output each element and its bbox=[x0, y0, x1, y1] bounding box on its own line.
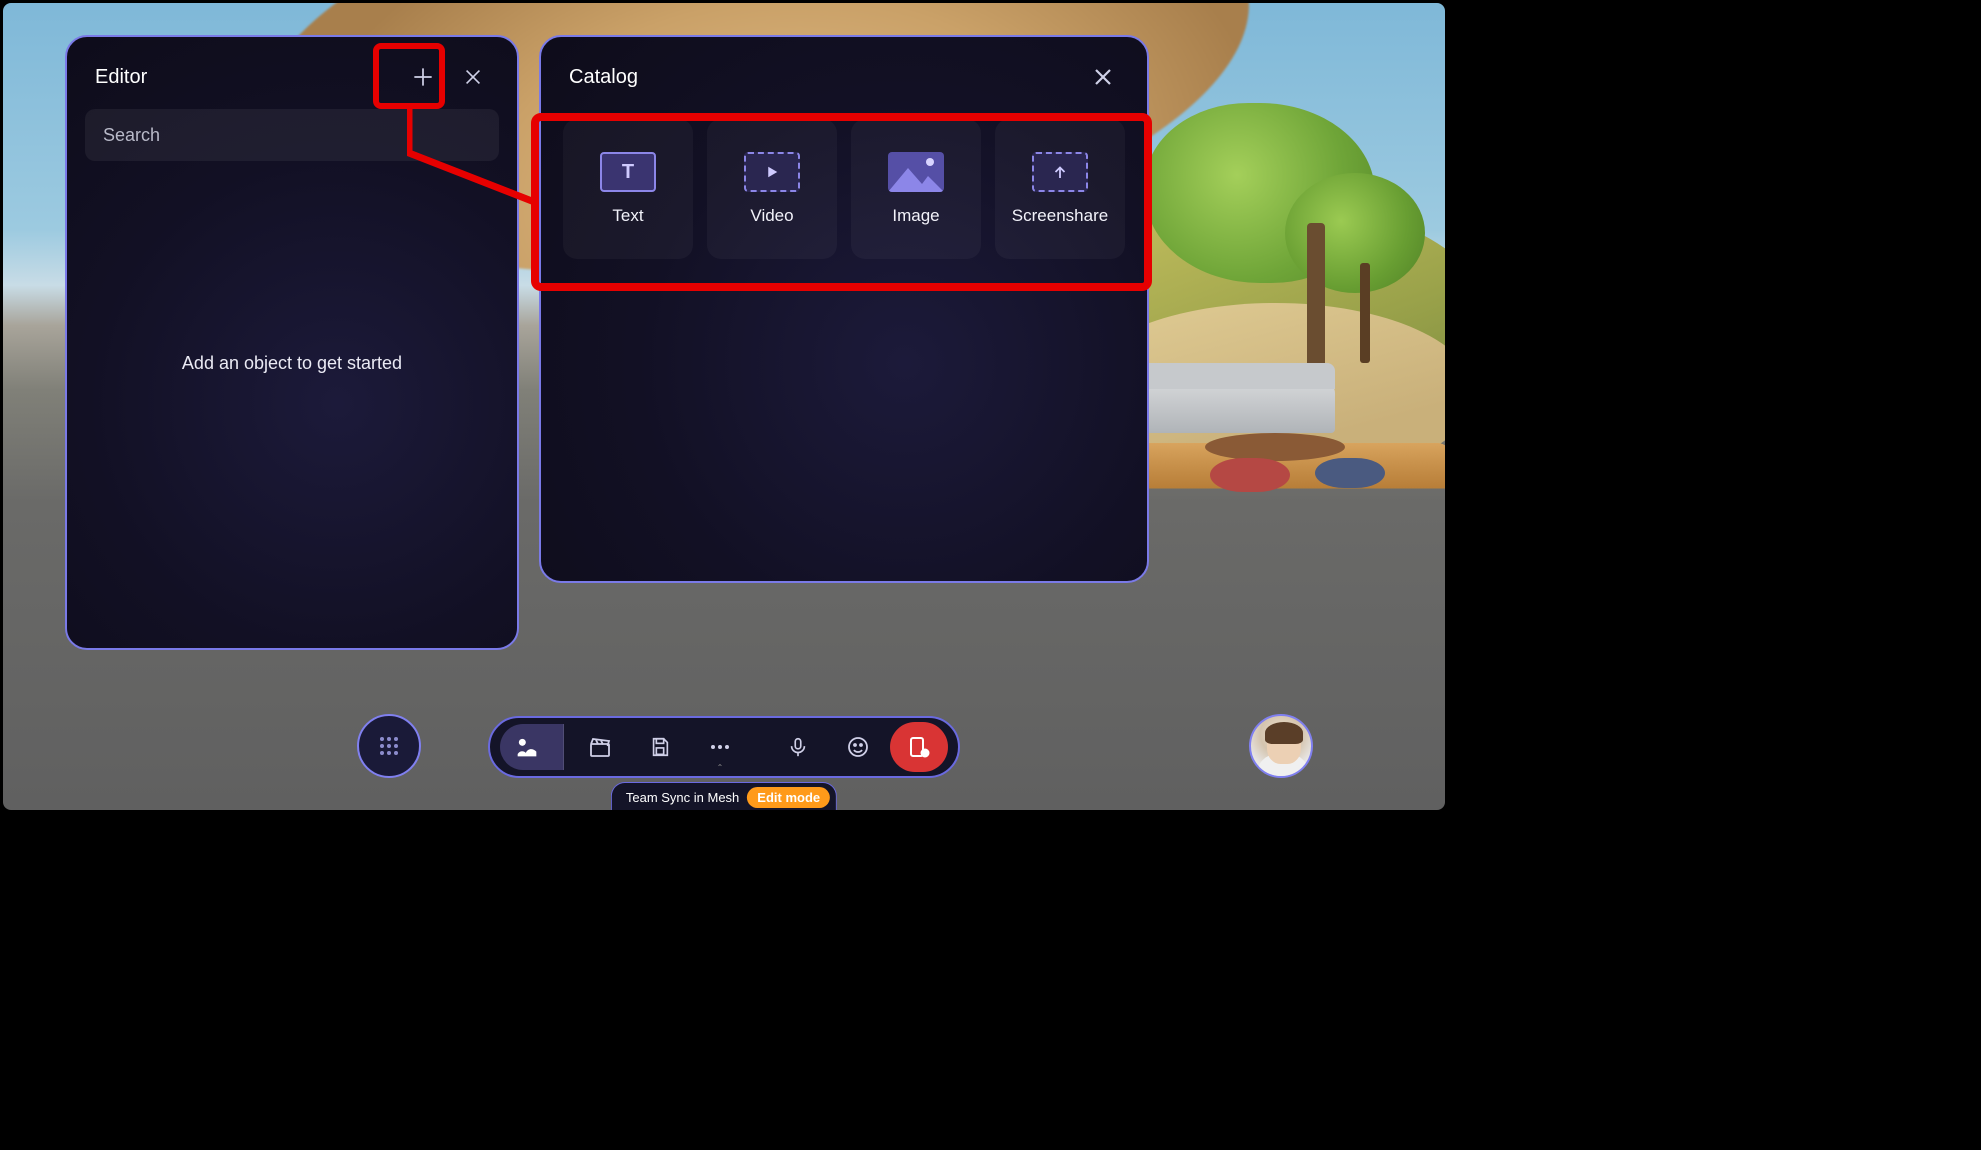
catalog-item-image[interactable]: Image bbox=[851, 119, 981, 259]
plus-icon bbox=[410, 64, 436, 90]
catalog-item-text[interactable]: T Text bbox=[563, 119, 693, 259]
screenshare-icon bbox=[1032, 152, 1088, 192]
close-catalog-button[interactable] bbox=[1081, 55, 1125, 99]
reactions-button[interactable] bbox=[830, 724, 886, 770]
smile-icon bbox=[846, 735, 870, 759]
tree-trunk bbox=[1307, 223, 1325, 383]
status-bar: Team Sync in Mesh Edit mode bbox=[611, 782, 837, 810]
coffee-table bbox=[1205, 433, 1345, 461]
catalog-item-label: Image bbox=[892, 206, 939, 226]
editor-title: Editor bbox=[95, 66, 147, 89]
leave-button[interactable] bbox=[890, 722, 948, 772]
save-icon bbox=[649, 736, 671, 758]
image-icon bbox=[888, 152, 944, 192]
environment-icon bbox=[513, 733, 541, 761]
more-icon bbox=[708, 735, 732, 759]
microphone-icon bbox=[787, 736, 809, 758]
bottom-toolbar: ⌃ bbox=[488, 716, 960, 778]
search-input[interactable] bbox=[85, 109, 499, 161]
ottoman-red bbox=[1210, 458, 1290, 492]
avatar-button[interactable] bbox=[1249, 714, 1313, 778]
catalog-item-label: Text bbox=[612, 206, 643, 226]
ottoman-blue bbox=[1315, 458, 1385, 488]
close-editor-button[interactable] bbox=[451, 55, 495, 99]
more-button[interactable]: ⌃ bbox=[692, 724, 748, 770]
catalog-item-label: Screenshare bbox=[1012, 206, 1108, 226]
mic-button[interactable] bbox=[770, 724, 826, 770]
avatar-hair bbox=[1265, 722, 1303, 744]
catalog-item-screenshare[interactable]: Screenshare bbox=[995, 119, 1125, 259]
close-icon bbox=[1091, 65, 1115, 89]
tree-trunk bbox=[1360, 263, 1370, 363]
session-name: Team Sync in Mesh bbox=[626, 790, 739, 805]
catalog-item-label: Video bbox=[750, 206, 793, 226]
clapperboard-icon bbox=[588, 735, 612, 759]
clapper-button[interactable] bbox=[572, 724, 628, 770]
apps-grid-icon bbox=[377, 734, 401, 758]
scene-3d-background: Editor Add an object to get started Cata… bbox=[3, 3, 1445, 810]
text-icon: T bbox=[600, 152, 656, 192]
editor-panel: Editor Add an object to get started bbox=[65, 35, 519, 650]
chevron-up-icon: ⌃ bbox=[717, 763, 724, 772]
environment-button[interactable] bbox=[500, 724, 564, 770]
add-button[interactable] bbox=[401, 55, 445, 99]
catalog-panel: Catalog T Text Video I bbox=[539, 35, 1149, 583]
catalog-title: Catalog bbox=[569, 66, 638, 89]
leave-icon bbox=[907, 735, 931, 759]
catalog-item-video[interactable]: Video bbox=[707, 119, 837, 259]
video-icon bbox=[744, 152, 800, 192]
tree-foliage bbox=[1285, 173, 1425, 293]
apps-menu-button[interactable] bbox=[357, 714, 421, 778]
mode-pill: Edit mode bbox=[747, 787, 830, 808]
save-button[interactable] bbox=[632, 724, 688, 770]
editor-empty-message: Add an object to get started bbox=[67, 353, 517, 374]
close-icon bbox=[462, 66, 484, 88]
